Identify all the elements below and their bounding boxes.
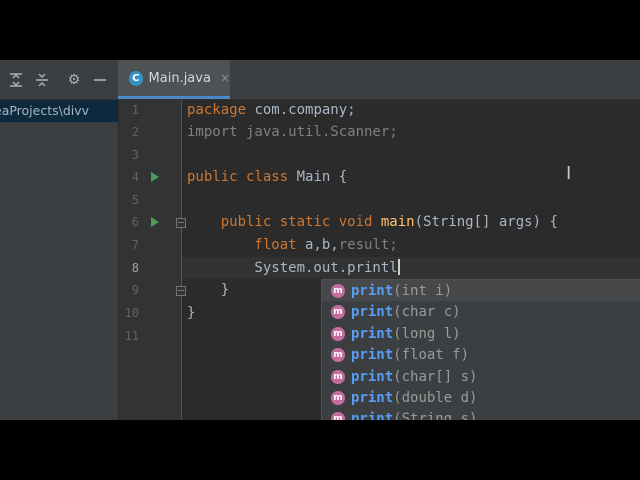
line-number: 6: [131, 215, 139, 229]
close-icon[interactable]: ×: [220, 71, 230, 85]
code-line-4: public class Main {: [187, 169, 348, 185]
method-icon: m: [331, 411, 345, 420]
ibeam-cursor-icon: I: [566, 163, 572, 184]
line-number: 4: [131, 170, 139, 184]
line-number: 8: [131, 261, 139, 275]
project-panel: eaProjects\divv: [0, 100, 119, 420]
method-icon: m: [331, 347, 345, 362]
method-icon: m: [331, 326, 345, 341]
line-number: 5: [131, 193, 139, 207]
line-number: 2: [131, 125, 139, 139]
completion-item[interactable]: m print (double d): [322, 387, 640, 408]
project-tree-item[interactable]: eaProjects\divv: [0, 100, 118, 122]
editor-tab-bar: C Main.java ×: [118, 60, 640, 100]
project-toolbar: ⚙: [0, 60, 118, 100]
run-main-icon[interactable]: [151, 217, 159, 227]
line-number-gutter: 1 2 3 4 5 6 7 8 9 10 11: [119, 100, 186, 420]
code-line-6: public static void main(String[] args) {: [187, 214, 558, 230]
line-number: 1: [131, 103, 139, 117]
completion-item[interactable]: m print (int i): [322, 280, 640, 301]
code-line-10: }: [187, 305, 196, 321]
project-path: eaProjects\divv: [0, 103, 90, 118]
method-icon: m: [331, 304, 345, 319]
line-number: 3: [131, 148, 139, 162]
code-line-2: import java.util.Scanner;: [187, 124, 398, 140]
text-caret: [397, 259, 400, 275]
completion-item[interactable]: m print (long l): [322, 323, 640, 344]
completion-item[interactable]: m print (float f): [322, 344, 640, 365]
line-number: 10: [124, 306, 139, 320]
code-line-8: System.out.printl: [187, 259, 400, 276]
completion-item[interactable]: m print (char[] s): [322, 366, 640, 387]
method-icon: m: [331, 369, 345, 384]
code-line-1: package com.company;: [187, 102, 356, 118]
collapse-all-icon[interactable]: [32, 70, 52, 90]
run-class-icon[interactable]: [151, 172, 159, 182]
method-icon: m: [331, 390, 345, 405]
completion-item[interactable]: m print (String s): [322, 408, 640, 420]
code-completion-popup: m print (int i) m print (char c) m print (l…: [321, 279, 640, 420]
completion-item[interactable]: m print (char c): [322, 301, 640, 322]
minimize-icon[interactable]: [90, 70, 110, 90]
code-line-7: float a,b,result;: [187, 237, 398, 253]
java-class-icon: C: [129, 70, 143, 86]
gear-icon[interactable]: ⚙: [64, 70, 84, 90]
code-line-9: }: [187, 282, 230, 298]
ide-window: ⚙ C Main.java × eaProjects\divv 1 2 3 4 …: [0, 60, 640, 420]
expand-all-icon[interactable]: [6, 70, 26, 90]
line-number: 7: [131, 238, 139, 252]
tab-label: Main.java: [148, 70, 211, 86]
method-icon: m: [331, 283, 345, 298]
tab-main-java[interactable]: C Main.java ×: [118, 60, 230, 99]
line-number: 11: [124, 329, 139, 343]
line-number: 9: [131, 283, 139, 297]
